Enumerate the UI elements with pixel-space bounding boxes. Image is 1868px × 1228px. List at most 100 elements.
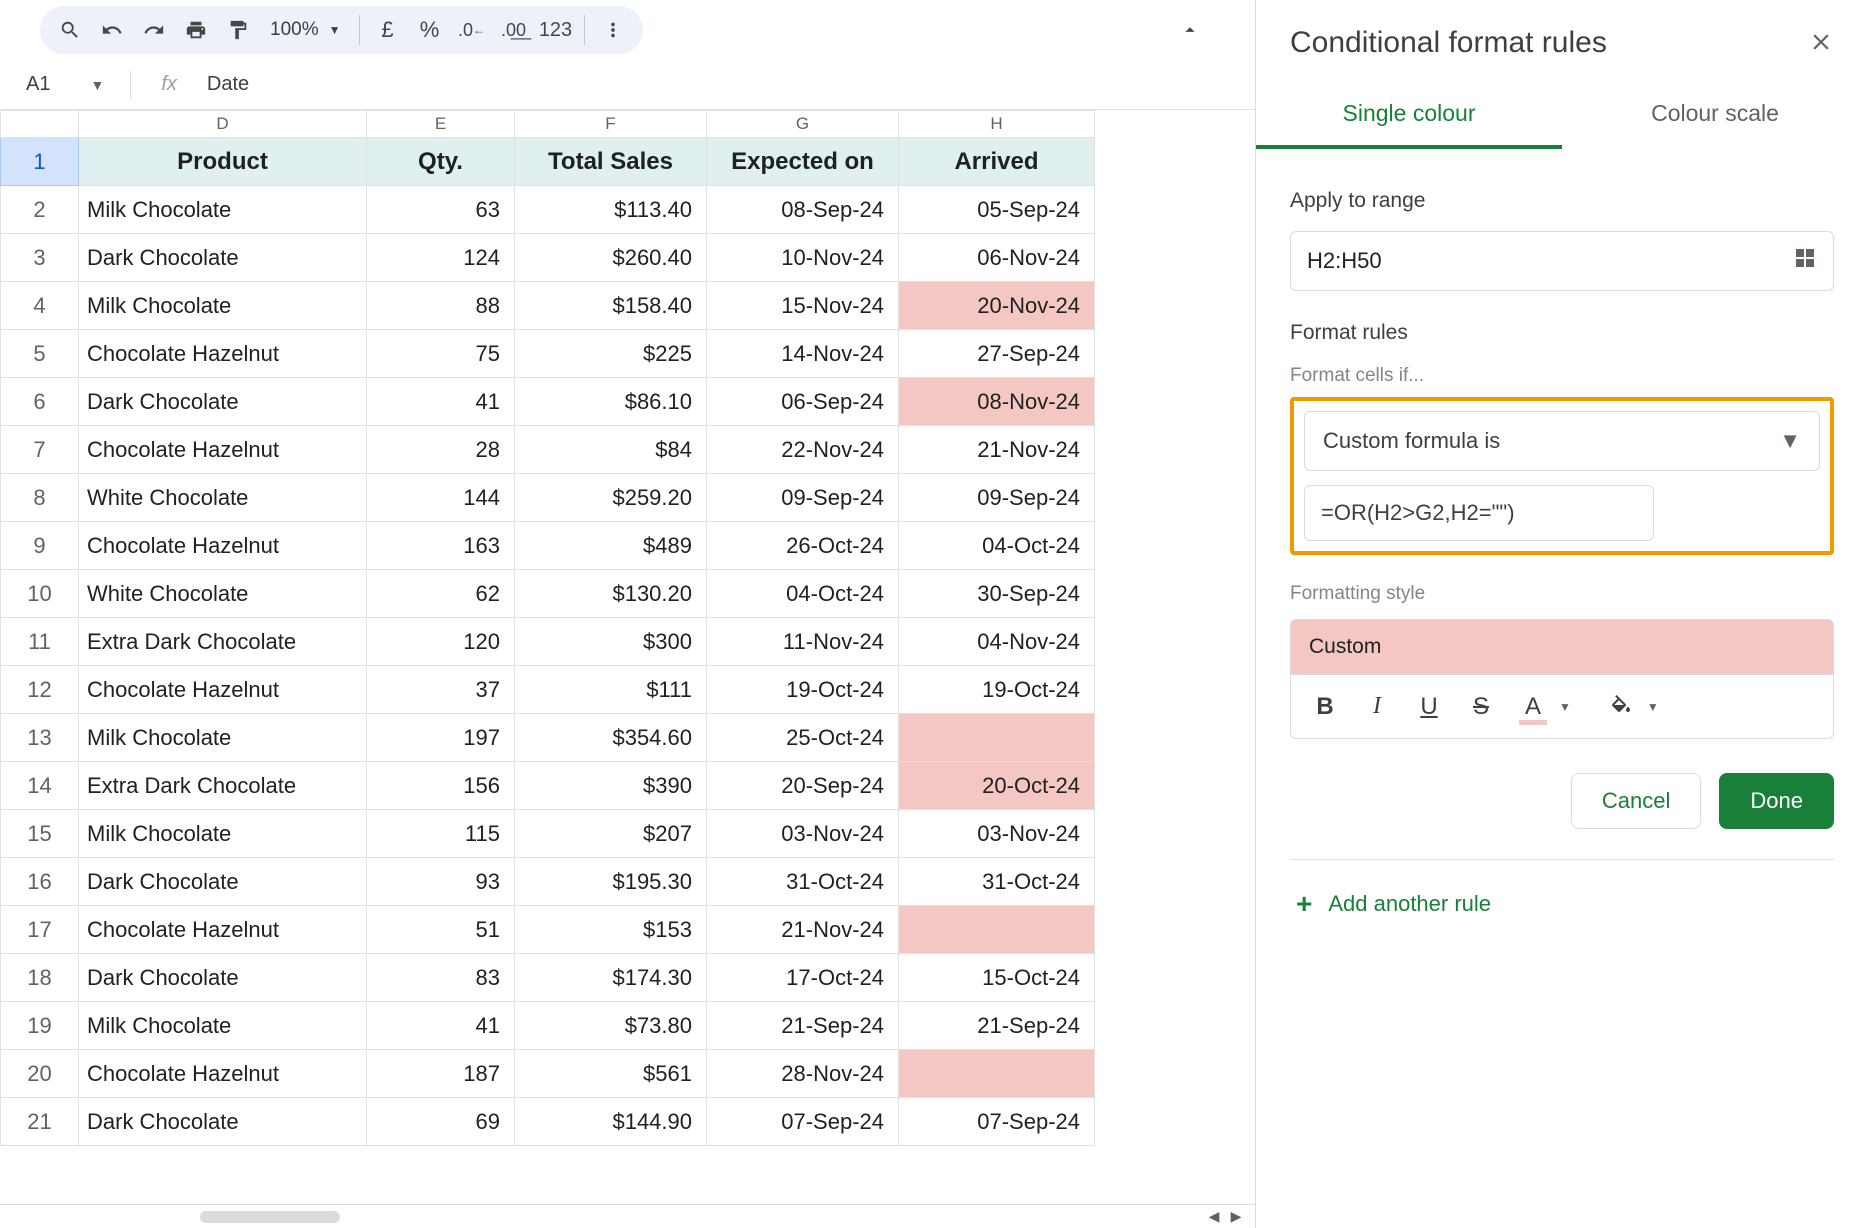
more-formats-button[interactable]: 123 [536, 10, 576, 50]
row-header[interactable]: 9 [1, 522, 79, 570]
cell[interactable]: Chocolate Hazelnut [79, 522, 367, 570]
cell[interactable]: 14-Nov-24 [707, 330, 899, 378]
cell[interactable]: $84 [515, 426, 707, 474]
row-header[interactable]: 2 [1, 186, 79, 234]
cell[interactable]: $300 [515, 618, 707, 666]
cell[interactable]: 15-Nov-24 [707, 282, 899, 330]
cell[interactable] [899, 906, 1095, 954]
cell[interactable]: Chocolate Hazelnut [79, 1050, 367, 1098]
tab-colour-scale[interactable]: Colour scale [1562, 88, 1868, 149]
cell[interactable]: Milk Chocolate [79, 1002, 367, 1050]
cell[interactable]: 197 [367, 714, 515, 762]
cell[interactable]: Chocolate Hazelnut [79, 906, 367, 954]
row-header[interactable]: 19 [1, 1002, 79, 1050]
cell[interactable]: 20-Oct-24 [899, 762, 1095, 810]
bold-button[interactable]: B [1303, 685, 1347, 729]
select-all-corner[interactable] [1, 111, 79, 138]
horizontal-scrollbar[interactable]: ◀ ▶ [0, 1204, 1255, 1228]
cell[interactable]: Chocolate Hazelnut [79, 666, 367, 714]
header-cell[interactable]: Product [79, 138, 367, 186]
cell[interactable]: White Chocolate [79, 474, 367, 522]
collapse-toolbar-icon[interactable] [1165, 19, 1215, 41]
cancel-button[interactable]: Cancel [1571, 773, 1701, 829]
cell[interactable] [899, 1050, 1095, 1098]
header-cell[interactable]: Qty. [367, 138, 515, 186]
col-header[interactable]: H [899, 111, 1095, 138]
cell[interactable]: 63 [367, 186, 515, 234]
row-header[interactable]: 6 [1, 378, 79, 426]
header-cell[interactable]: Expected on [707, 138, 899, 186]
cell[interactable]: 187 [367, 1050, 515, 1098]
decrease-decimal-icon[interactable]: .0← [452, 10, 492, 50]
search-icon[interactable] [50, 10, 90, 50]
cell[interactable]: $489 [515, 522, 707, 570]
cell[interactable]: $86.10 [515, 378, 707, 426]
cell[interactable]: 17-Oct-24 [707, 954, 899, 1002]
spreadsheet-grid[interactable]: D E F G H 1ProductQty.Total SalesExpecte… [0, 110, 1095, 1146]
condition-select[interactable]: Custom formula is ▼ [1304, 411, 1820, 471]
row-header[interactable]: 16 [1, 858, 79, 906]
cell[interactable]: $390 [515, 762, 707, 810]
cell[interactable]: 04-Oct-24 [707, 570, 899, 618]
cell[interactable]: 62 [367, 570, 515, 618]
cell[interactable]: 15-Oct-24 [899, 954, 1095, 1002]
cell[interactable]: Extra Dark Chocolate [79, 762, 367, 810]
cell[interactable]: 163 [367, 522, 515, 570]
cell[interactable]: 07-Sep-24 [899, 1098, 1095, 1146]
col-header[interactable]: F [515, 111, 707, 138]
cell[interactable]: Dark Chocolate [79, 954, 367, 1002]
cell[interactable]: $260.40 [515, 234, 707, 282]
cell[interactable]: $225 [515, 330, 707, 378]
row-header[interactable]: 4 [1, 282, 79, 330]
col-header[interactable]: G [707, 111, 899, 138]
cell[interactable]: Milk Chocolate [79, 810, 367, 858]
row-header[interactable]: 8 [1, 474, 79, 522]
underline-button[interactable]: U [1407, 685, 1451, 729]
cell[interactable]: 20-Sep-24 [707, 762, 899, 810]
cell[interactable]: $207 [515, 810, 707, 858]
cell[interactable]: $153 [515, 906, 707, 954]
cell[interactable]: 19-Oct-24 [707, 666, 899, 714]
cell[interactable]: White Chocolate [79, 570, 367, 618]
cell[interactable]: $144.90 [515, 1098, 707, 1146]
cell[interactable]: 05-Sep-24 [899, 186, 1095, 234]
cell[interactable]: 30-Sep-24 [899, 570, 1095, 618]
close-icon[interactable] [1808, 29, 1834, 58]
cell[interactable] [899, 714, 1095, 762]
scroll-right-icon[interactable]: ▶ [1227, 1208, 1245, 1226]
cell[interactable]: Extra Dark Chocolate [79, 618, 367, 666]
col-header[interactable]: D [79, 111, 367, 138]
fill-color-button[interactable] [1599, 685, 1643, 729]
cell[interactable]: 69 [367, 1098, 515, 1146]
chevron-down-icon[interactable]: ▼ [1647, 700, 1659, 714]
cell[interactable]: 04-Oct-24 [899, 522, 1095, 570]
cell[interactable]: 19-Oct-24 [899, 666, 1095, 714]
col-header[interactable]: E [367, 111, 515, 138]
cell[interactable]: $158.40 [515, 282, 707, 330]
row-header[interactable]: 3 [1, 234, 79, 282]
cell[interactable]: 21-Sep-24 [707, 1002, 899, 1050]
cell[interactable]: 88 [367, 282, 515, 330]
cell[interactable]: 21-Nov-24 [707, 906, 899, 954]
print-icon[interactable] [176, 10, 216, 50]
style-preview[interactable]: Custom [1290, 619, 1834, 675]
cell[interactable]: 21-Nov-24 [899, 426, 1095, 474]
cell[interactable]: 28-Nov-24 [707, 1050, 899, 1098]
cell[interactable]: 11-Nov-24 [707, 618, 899, 666]
row-header[interactable]: 18 [1, 954, 79, 1002]
row-header[interactable]: 15 [1, 810, 79, 858]
percent-button[interactable]: % [410, 10, 450, 50]
cell[interactable]: 06-Sep-24 [707, 378, 899, 426]
cell[interactable]: 08-Nov-24 [899, 378, 1095, 426]
chevron-down-icon[interactable]: ▼ [1559, 700, 1571, 714]
cell[interactable]: Dark Chocolate [79, 378, 367, 426]
row-header[interactable]: 1 [1, 138, 79, 186]
cell[interactable]: 10-Nov-24 [707, 234, 899, 282]
cell[interactable]: 04-Nov-24 [899, 618, 1095, 666]
cell[interactable]: 03-Nov-24 [899, 810, 1095, 858]
header-cell[interactable]: Arrived [899, 138, 1095, 186]
currency-button[interactable]: £ [368, 10, 408, 50]
cell[interactable]: $354.60 [515, 714, 707, 762]
cell[interactable]: 156 [367, 762, 515, 810]
paint-format-icon[interactable] [218, 10, 258, 50]
